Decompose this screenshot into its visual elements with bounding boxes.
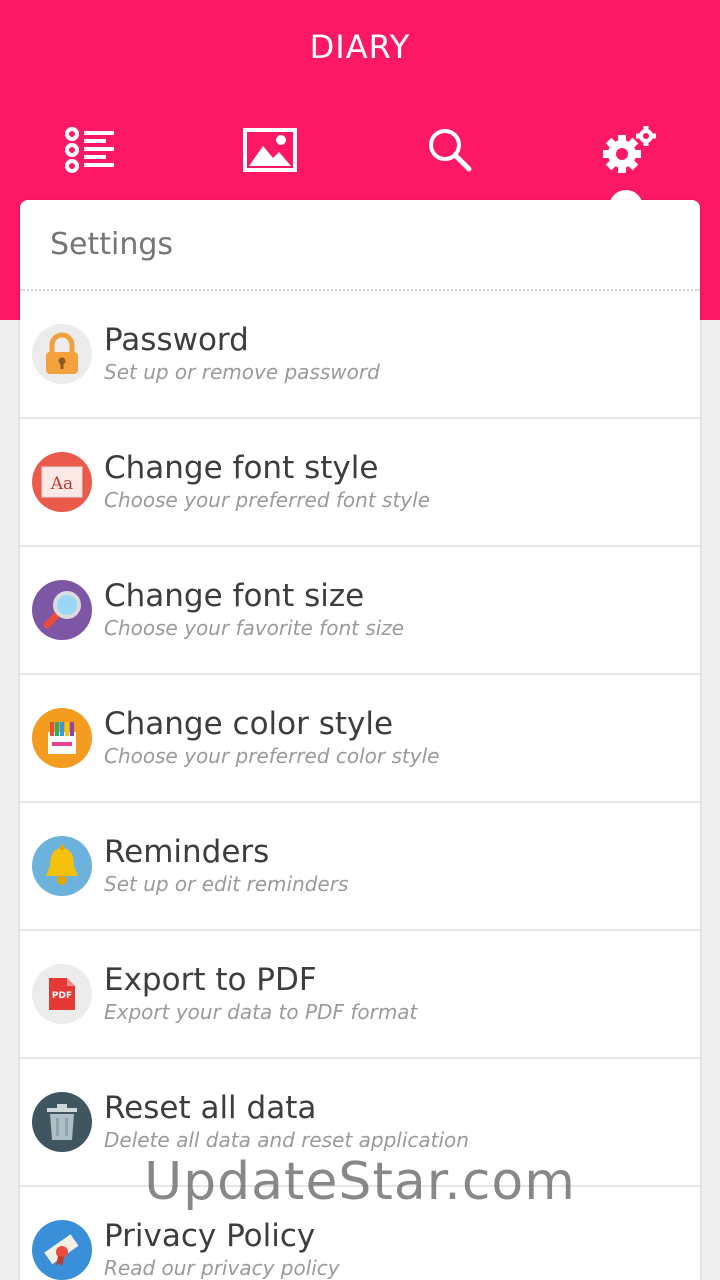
- palette-icon: [32, 708, 92, 768]
- setting-title: Reset all data: [104, 1090, 317, 1126]
- setting-subtitle: Choose your favorite font size: [104, 616, 405, 640]
- tab-entries[interactable]: [60, 120, 120, 180]
- setting-title: Change font style: [104, 450, 379, 486]
- setting-title: Export to PDF: [104, 962, 317, 998]
- setting-subtitle: Export your data to PDF format: [104, 1000, 418, 1024]
- setting-reminders[interactable]: Reminders Set up or edit reminders: [20, 803, 700, 931]
- setting-subtitle: Read our privacy policy: [104, 1256, 340, 1280]
- pdf-icon: PDF: [32, 964, 92, 1024]
- image-icon: [243, 128, 297, 172]
- app-title: DIARY: [309, 28, 411, 66]
- gears-icon: [602, 124, 658, 176]
- lock-icon: [32, 324, 92, 384]
- setting-subtitle: Choose your preferred font style: [104, 488, 431, 512]
- tab-search[interactable]: [420, 120, 480, 180]
- svg-text:Aa: Aa: [50, 474, 73, 494]
- watermark: UpdateStar.com: [144, 1152, 576, 1212]
- setting-subtitle: Set up or remove password: [104, 360, 380, 384]
- scroll-icon: [32, 1220, 92, 1280]
- setting-export-pdf[interactable]: PDF Export to PDF Export your data to PD…: [20, 931, 700, 1059]
- font-style-icon: Aa: [32, 452, 92, 512]
- setting-title: Change font size: [104, 578, 365, 614]
- setting-font-style[interactable]: Aa Change font style Choose your preferr…: [20, 419, 700, 547]
- trash-icon: [32, 1092, 92, 1152]
- list-icon: [64, 126, 116, 174]
- settings-title: Settings: [20, 200, 700, 291]
- setting-title: Password: [104, 322, 249, 358]
- setting-title: Reminders: [104, 834, 270, 870]
- setting-subtitle: Choose your preferred color style: [104, 744, 440, 768]
- search-icon: [427, 127, 473, 173]
- setting-title: Privacy Policy: [104, 1218, 316, 1254]
- setting-font-size[interactable]: Change font size Choose your favorite fo…: [20, 547, 700, 675]
- magnifier-icon: [32, 580, 92, 640]
- setting-password[interactable]: Password Set up or remove password: [20, 291, 700, 419]
- setting-color-style[interactable]: Change color style Choose your preferred…: [20, 675, 700, 803]
- setting-subtitle: Delete all data and reset application: [104, 1128, 469, 1152]
- setting-subtitle: Set up or edit reminders: [104, 872, 349, 896]
- setting-title: Change color style: [104, 706, 394, 742]
- bell-icon: [32, 836, 92, 896]
- pdf-icon-label: PDF: [51, 991, 73, 1001]
- settings-card: Settings Password Set up or remove passw…: [20, 200, 700, 1280]
- tab-settings[interactable]: [600, 120, 660, 180]
- tab-gallery[interactable]: [240, 120, 300, 180]
